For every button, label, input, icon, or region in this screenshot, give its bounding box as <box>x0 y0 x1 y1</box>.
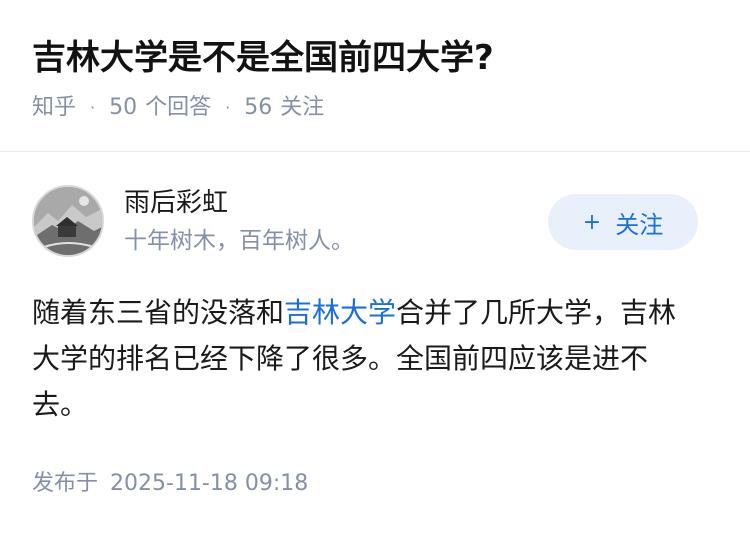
author-row: 雨后彩虹 十年树木，百年树人。 + 关注 <box>32 184 718 260</box>
question-meta: 知乎 · 50 个回答 · 56 关注 <box>32 90 718 126</box>
meta-separator: · <box>90 98 96 117</box>
plus-icon: + <box>582 209 602 235</box>
answer-content: 随着东三省的没落和吉林大学合并了几所大学，吉林大学的排名已经下降了很多。全国前四… <box>32 290 702 428</box>
question-header: 吉林大学是不是全国前四大学? 知乎 · 50 个回答 · 56 关注 <box>0 0 750 120</box>
follow-button[interactable]: + 关注 <box>548 194 698 250</box>
answer-link[interactable]: 吉林大学 <box>284 296 396 329</box>
author-bio: 十年树木，百年树人。 <box>124 228 354 254</box>
answer-footer: 发布于 2025-11-18 09:18 <box>32 466 308 502</box>
source-label[interactable]: 知乎 <box>32 90 76 126</box>
author-name[interactable]: 雨后彩虹 <box>124 184 228 222</box>
answers-count: 50 <box>109 95 138 120</box>
page: 吉林大学是不是全国前四大学? 知乎 · 50 个回答 · 56 关注 雨后彩虹 … <box>0 0 750 534</box>
answers-label: 个回答 <box>145 95 212 120</box>
answer-text-start: 随着东三省的没落和 <box>32 296 285 329</box>
followers-count: 56 <box>244 95 273 120</box>
landscape-avatar-icon <box>34 187 102 255</box>
published-time: 2025-11-18 09:18 <box>110 471 309 496</box>
answer-card: 雨后彩虹 十年树木，百年树人。 + 关注 随着东三省的没落和吉林大学合并了几所大… <box>32 184 718 428</box>
followers-label: 关注 <box>280 95 325 120</box>
published-label: 发布于 <box>32 471 99 496</box>
follow-button-label: 关注 <box>615 210 664 239</box>
question-title[interactable]: 吉林大学是不是全国前四大学? <box>32 34 718 82</box>
meta-separator: · <box>225 98 231 117</box>
avatar[interactable] <box>32 185 104 257</box>
divider <box>0 151 750 152</box>
